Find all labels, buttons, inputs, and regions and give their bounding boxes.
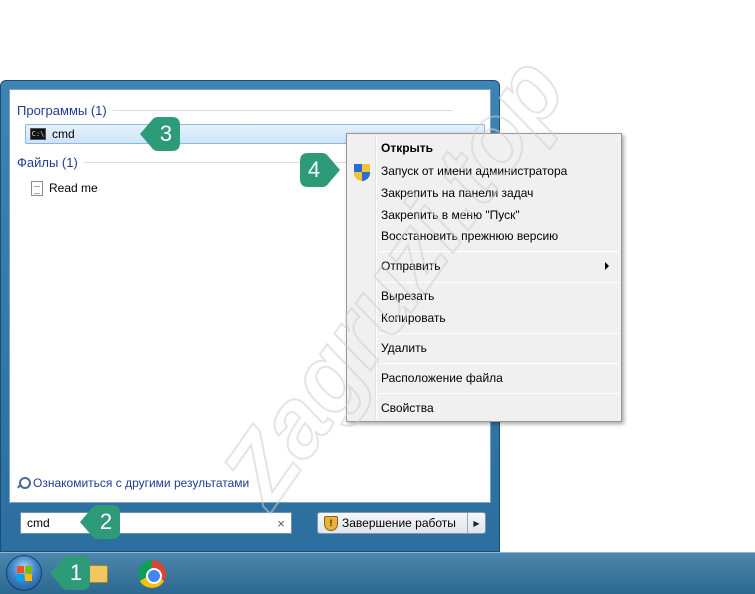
- start-button[interactable]: [6, 555, 42, 591]
- taskbar: [0, 552, 755, 594]
- menu-separator: [379, 251, 619, 252]
- start-search-input[interactable]: [20, 512, 292, 534]
- desktop: Программы (1) C:\ cmd Файлы (1) Read me …: [0, 0, 755, 594]
- menu-separator: [379, 333, 619, 334]
- shutdown-button[interactable]: ! Завершение работы ▶: [317, 512, 486, 534]
- document-icon: [31, 180, 43, 196]
- magnifier-icon: [16, 476, 31, 490]
- step-badge-2: 2: [80, 502, 130, 542]
- submenu-arrow-icon: [605, 262, 609, 270]
- context-menu: Открыть Запуск от имени администратора З…: [346, 133, 622, 422]
- shutdown-options-arrow[interactable]: ▶: [467, 513, 485, 533]
- clear-search-icon[interactable]: ×: [273, 514, 289, 532]
- step-badge-1: 1: [50, 553, 100, 593]
- uac-shield-icon: [354, 164, 370, 181]
- menu-item-run-as-admin[interactable]: Запуск от имени администратора: [381, 161, 567, 181]
- see-more-results-link[interactable]: Ознакомиться с другими результатами: [16, 476, 249, 490]
- chrome-icon[interactable]: [138, 560, 166, 588]
- step-badge-3: 3: [140, 114, 190, 154]
- menu-separator: [379, 282, 619, 283]
- menu-item-properties[interactable]: Свойства: [381, 398, 434, 418]
- menu-item-pin-taskbar[interactable]: Закрепить на панели задач: [381, 183, 533, 203]
- windows-logo-icon: [17, 566, 33, 582]
- menu-item-cut[interactable]: Вырезать: [381, 286, 434, 306]
- menu-item-open[interactable]: Открыть: [381, 138, 433, 158]
- menu-item-delete[interactable]: Удалить: [381, 338, 427, 358]
- shutdown-shield-icon: !: [324, 515, 338, 531]
- programs-group-header: Программы (1): [17, 102, 453, 118]
- console-icon: C:\: [30, 128, 46, 140]
- menu-item-file-location[interactable]: Расположение файла: [381, 368, 503, 388]
- menu-item-pin-start[interactable]: Закрепить в меню "Пуск": [381, 205, 520, 225]
- menu-item-restore-version[interactable]: Восстановить прежнюю версию: [381, 226, 558, 246]
- step-badge-4: 4: [290, 150, 340, 190]
- menu-item-copy[interactable]: Копировать: [381, 308, 446, 328]
- menu-item-send-to[interactable]: Отправить: [381, 256, 441, 276]
- menu-separator: [379, 363, 619, 364]
- menu-separator: [379, 393, 619, 394]
- result-item-read-me[interactable]: Read me: [25, 178, 98, 198]
